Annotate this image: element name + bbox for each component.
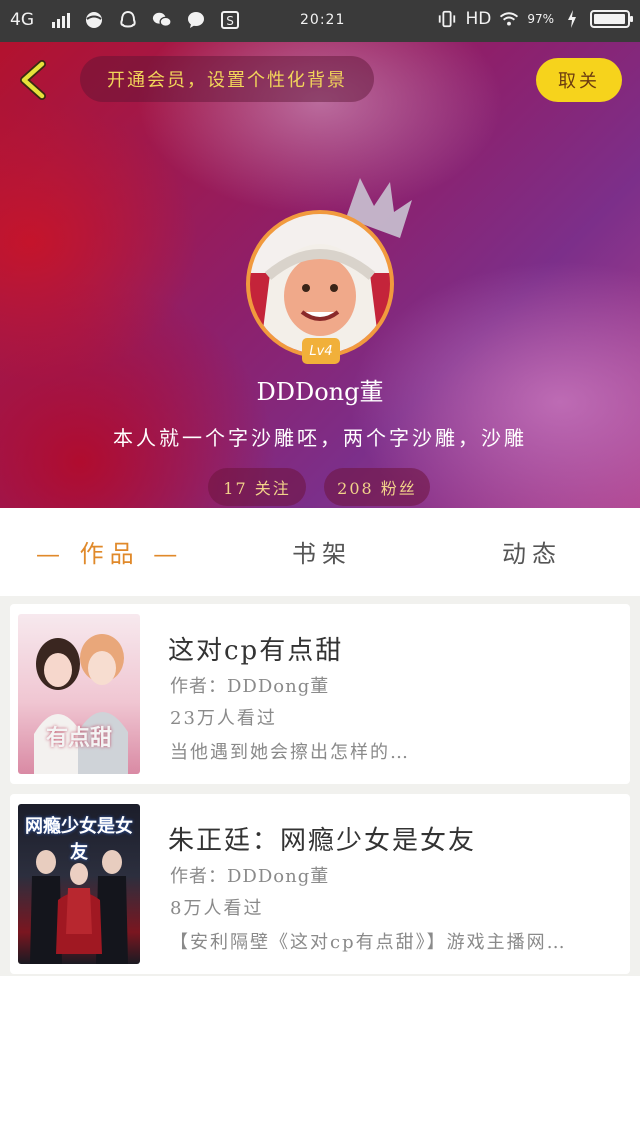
avatar-container[interactable]: [246, 210, 394, 358]
profile-header: 开通会员，设置个性化背景 取关 Lv4 DDDong董 本人就一个字沙雕呸，两个…: [0, 42, 640, 508]
s-app-icon: S: [220, 10, 240, 30]
clock: 20:21: [300, 12, 346, 28]
cover-title: 网瘾少女是女友: [25, 816, 133, 863]
following-count-button[interactable]: 17 关注: [208, 468, 306, 506]
signal-icon: [52, 12, 70, 28]
browser-icon: [84, 10, 104, 30]
battery-icon: [590, 10, 633, 28]
tab-works[interactable]: — 作品 —: [36, 534, 183, 569]
works-list: 有点甜 这对cp有点甜 作者：DDDong董 23万人看过 当他遇到她会擦出怎样…: [0, 596, 640, 976]
charging-icon: [562, 9, 582, 29]
username: DDDong董: [256, 378, 384, 406]
avatar[interactable]: [246, 210, 394, 358]
back-button[interactable]: [14, 58, 54, 102]
qq-icon: [118, 10, 138, 30]
vip-promo-button[interactable]: 开通会员，设置个性化背景: [80, 56, 374, 102]
book-author: 作者：DDDong董: [170, 676, 330, 697]
network-type: 4G: [10, 10, 34, 30]
book-views: 23万人看过: [170, 708, 277, 729]
book-author: 作者：DDDong董: [170, 866, 330, 887]
user-bio: 本人就一个字沙雕呸，两个字沙雕，沙雕: [113, 426, 527, 450]
book-title[interactable]: 朱正廷：网瘾少女是女友: [168, 820, 476, 857]
hd-indicator: HD: [465, 9, 492, 29]
chevron-left-icon: [20, 60, 46, 100]
unfollow-button[interactable]: 取关: [536, 58, 622, 102]
wifi-icon: [499, 9, 519, 29]
book-cover[interactable]: 网瘾少女是女友: [18, 804, 140, 964]
book-card[interactable]: 有点甜 这对cp有点甜 作者：DDDong董 23万人看过 当他遇到她会擦出怎样…: [10, 604, 630, 784]
vibrate-icon: [437, 9, 457, 29]
book-title[interactable]: 这对cp有点甜: [168, 630, 343, 667]
profile-tabs: — 作品 — 书架 动态: [0, 508, 640, 596]
battery-percent: 97%: [527, 12, 554, 26]
tab-moments[interactable]: 动态: [502, 534, 562, 569]
message-icon: [186, 10, 206, 30]
tab-bookshelf[interactable]: 书架: [292, 534, 352, 569]
book-description: 当他遇到她会擦出怎样的…: [170, 742, 410, 763]
level-badge: Lv4: [302, 338, 340, 364]
book-card[interactable]: 网瘾少女是女友 朱正廷：网瘾少女是女友 作者：DDDong董 8万人看过 【安利…: [10, 794, 630, 974]
book-description: 【安利隔壁《这对cp有点甜》】游戏主播网…: [170, 932, 567, 953]
wechat-icon: [152, 10, 172, 30]
avatar-face: [260, 244, 380, 354]
fans-count-button[interactable]: 208 粉丝: [324, 468, 430, 506]
cover-title: 有点甜: [45, 726, 112, 751]
book-views: 8万人看过: [170, 898, 264, 919]
svg-text:S: S: [226, 14, 234, 28]
book-cover[interactable]: 有点甜: [18, 614, 140, 774]
status-bar: 4G S 20:21 HD 97%: [0, 0, 640, 42]
